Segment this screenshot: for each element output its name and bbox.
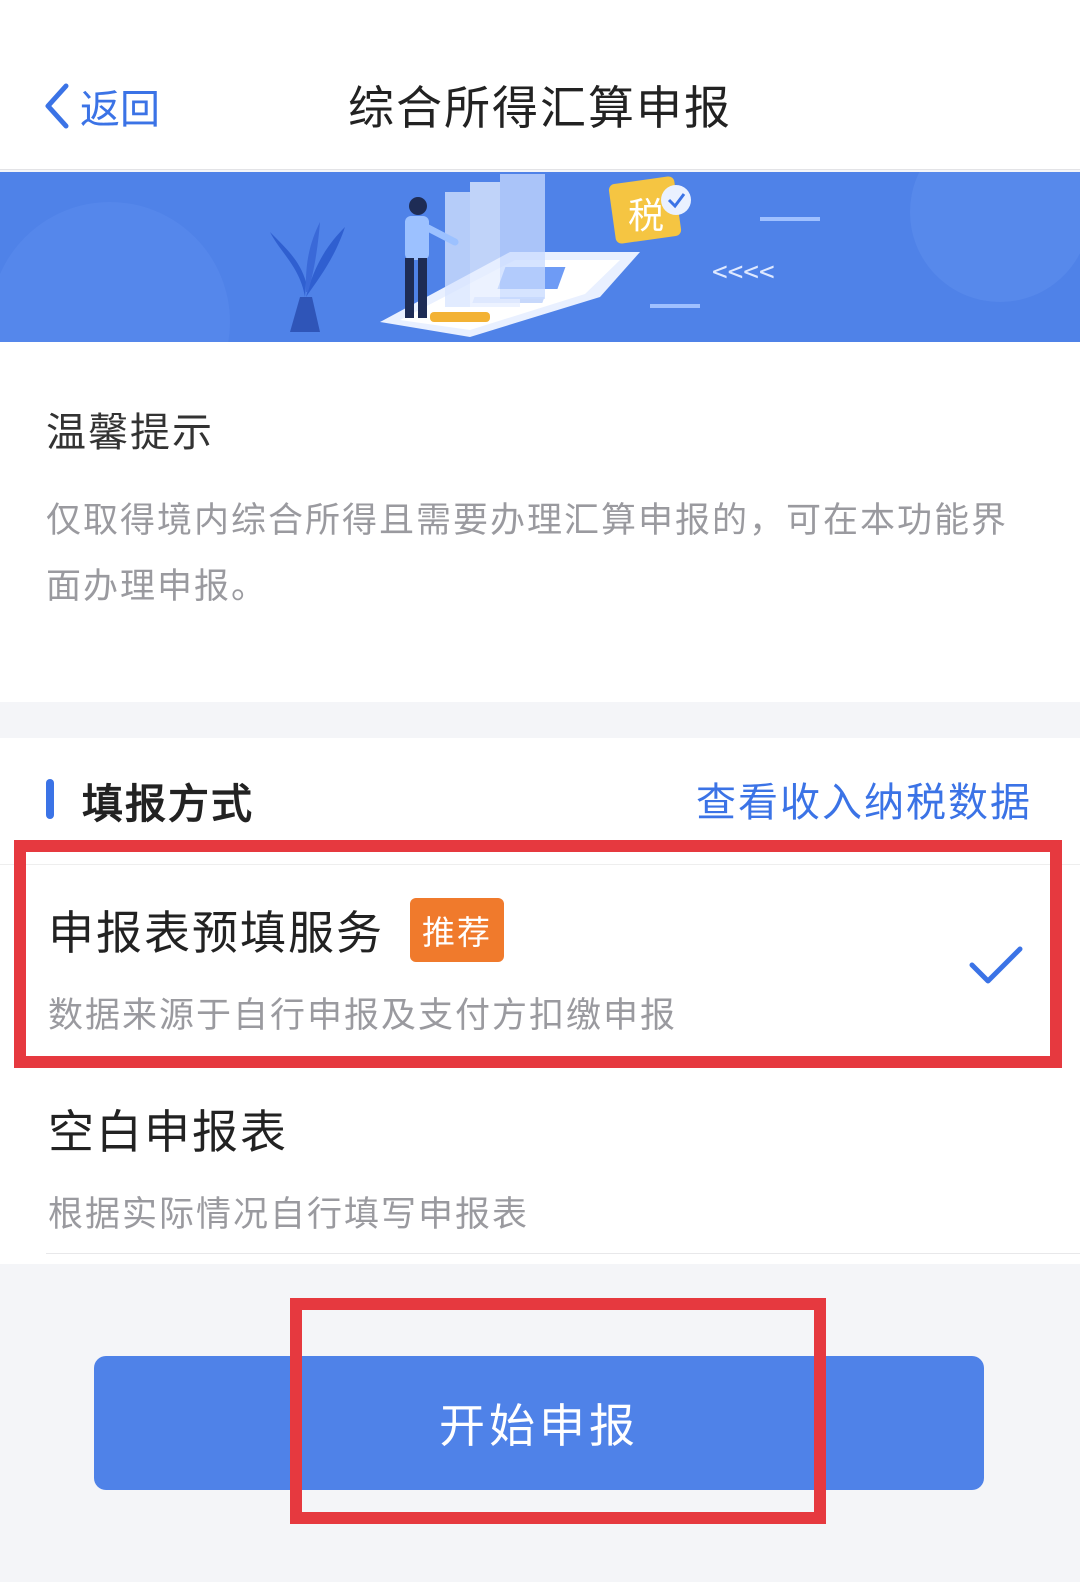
tip-text: 仅取得境内综合所得且需要办理汇算申报的，可在本功能界面办理申报。: [46, 501, 1009, 607]
option-title-text: 申报表预填服务: [48, 906, 384, 960]
divider: [46, 1253, 1080, 1254]
option-title: 申报表预填服务 推荐: [48, 897, 504, 963]
recommend-badge: 推荐: [410, 898, 504, 962]
option-subtitle: 根据实际情况自行填写申报表: [48, 1195, 530, 1235]
navigation-bar: 返回 综合所得汇算申报: [0, 0, 1080, 170]
filing-method-header: 填报方式 查看收入纳税数据: [0, 738, 1080, 858]
start-filing-button[interactable]: 开始申报: [94, 1356, 984, 1490]
warm-tip-card: 温馨提示 仅取得境内综合所得且需要办理汇算申报的，可在本功能界面办理申报。: [0, 342, 1080, 702]
svg-text:税: 税: [628, 196, 664, 237]
banner-illustration: 税 <<<<: [0, 172, 1080, 342]
option-blank-form[interactable]: 空白申报表 根据实际情况自行填写申报表: [0, 1064, 1080, 1264]
option-title: 空白申报表: [48, 1096, 288, 1162]
option-prefilled-form[interactable]: 申报表预填服务 推荐 数据来源于自行申报及支付方扣缴申报: [0, 864, 1080, 1064]
plant-illustration: [270, 222, 345, 332]
filing-method-card: 填报方式 查看收入纳税数据 申报表预填服务 推荐 数据来源于自行申报及支付方扣缴…: [0, 738, 1080, 1264]
tax-badge-illustration: 税: [608, 176, 691, 244]
section-accent-bar: [46, 779, 54, 819]
option-subtitle: 数据来源于自行申报及支付方扣缴申报: [48, 996, 678, 1036]
tip-title: 温馨提示: [46, 410, 214, 456]
view-income-tax-data-link[interactable]: 查看收入纳税数据: [696, 770, 1032, 828]
page-title: 综合所得汇算申报: [348, 81, 732, 135]
section-title: 填报方式: [82, 780, 254, 828]
svg-text:<<<<: <<<<: [712, 257, 775, 287]
option-title-text: 空白申报表: [48, 1105, 288, 1159]
checkmark-icon: [969, 946, 1023, 984]
